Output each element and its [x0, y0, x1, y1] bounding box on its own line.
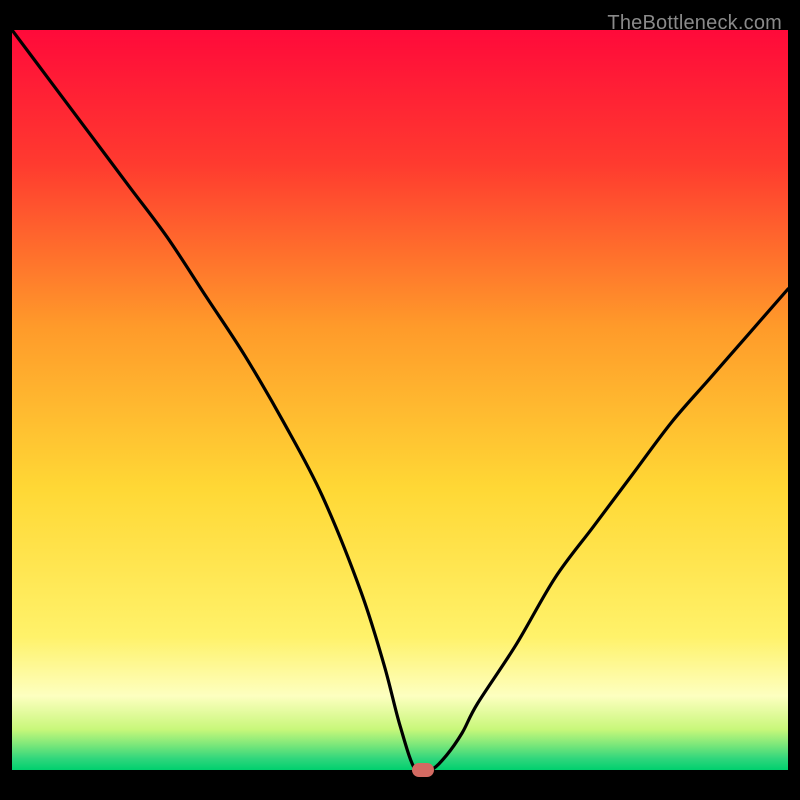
optimum-marker — [412, 763, 434, 777]
curve-layer — [12, 30, 788, 770]
bottleneck-curve — [12, 30, 788, 770]
chart-frame: TheBottleneck.com — [12, 12, 788, 788]
plot-area — [12, 30, 788, 770]
